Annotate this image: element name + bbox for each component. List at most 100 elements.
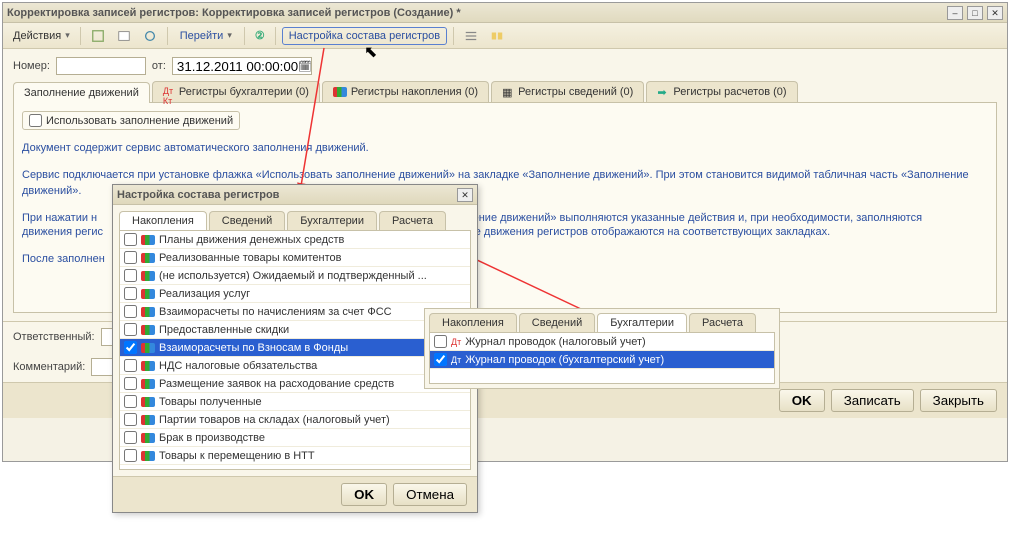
dialog-footer: OK Отмена	[113, 476, 477, 512]
register-icon	[141, 451, 155, 461]
help-icon[interactable]: ②	[251, 27, 269, 44]
mtab-info[interactable]: Сведений	[519, 313, 595, 332]
item-checkbox[interactable]	[124, 449, 137, 462]
item-label: Предоставленные скидки	[159, 324, 289, 336]
write-button[interactable]: Записать	[831, 389, 914, 412]
tab-calc-registers[interactable]: ➡Регистры расчетов (0)	[646, 81, 797, 102]
register-icon	[141, 379, 155, 389]
ok-button[interactable]: OK	[779, 389, 825, 412]
toolbar-icon[interactable]	[486, 27, 508, 45]
dtab-info[interactable]: Сведений	[209, 211, 285, 230]
item-label: Товары полученные	[159, 396, 262, 408]
list-item[interactable]: Брак в производстве	[120, 429, 470, 447]
list-item[interactable]: Размещение заявок на расходование средст…	[120, 375, 470, 393]
tab-fill-movements[interactable]: Заполнение движений	[13, 82, 150, 103]
item-label: Журнал проводок (бухгалтерский учет)	[465, 354, 664, 366]
list-item[interactable]: НДС налоговые обязательства	[120, 357, 470, 375]
item-checkbox[interactable]	[124, 323, 137, 336]
list-item[interactable]: Предоставленные скидки	[120, 321, 470, 339]
list-item[interactable]: Реализация услуг	[120, 285, 470, 303]
calc-icon: ➡	[657, 86, 669, 98]
dtab-accounting[interactable]: Бухгалтерии	[287, 211, 377, 230]
use-fill-label: Использовать заполнение движений	[46, 115, 233, 127]
mini-panel: Накопления Сведений Бухгалтерии Расчета …	[424, 308, 780, 389]
toolbar-icon[interactable]	[460, 27, 482, 45]
cursor-icon: ⬉	[364, 42, 377, 62]
item-checkbox[interactable]	[124, 269, 137, 282]
item-checkbox[interactable]	[124, 233, 137, 246]
info-line1: Документ содержит сервис автоматического…	[22, 140, 988, 157]
use-fill-checkbox-wrap[interactable]: Использовать заполнение движений	[22, 111, 240, 130]
toolbar-icon[interactable]	[113, 27, 135, 45]
dtab-accumulation[interactable]: Накопления	[119, 211, 207, 230]
grid-icon: ▦	[502, 86, 514, 98]
actions-menu[interactable]: Действия	[9, 28, 74, 44]
from-label: от:	[152, 60, 166, 72]
item-checkbox[interactable]	[124, 377, 137, 390]
close-doc-button[interactable]: Закрыть	[920, 389, 997, 412]
tab-info-registers[interactable]: ▦Регистры сведений (0)	[491, 81, 644, 102]
list-item[interactable]: Партии товаров на складах (налоговый уче…	[120, 411, 470, 429]
mtab-calc[interactable]: Расчета	[689, 313, 756, 332]
responsible-label: Ответственный:	[13, 331, 95, 343]
item-checkbox[interactable]	[124, 413, 137, 426]
tab-accumulation-registers[interactable]: Регистры накопления (0)	[322, 81, 489, 102]
dialog-title: Настройка состава регистров	[117, 189, 457, 201]
use-fill-checkbox[interactable]	[29, 114, 42, 127]
number-input[interactable]	[56, 57, 146, 75]
ledger-icon: Дт	[451, 337, 461, 347]
item-checkbox[interactable]	[434, 353, 447, 366]
item-label: Взаиморасчеты по начислениям за счет ФСС	[159, 306, 392, 318]
mini-tabs: Накопления Сведений Бухгалтерии Расчета	[425, 309, 779, 332]
tab-accounting-registers[interactable]: ДтКтРегистры бухгалтерии (0)	[152, 81, 320, 102]
register-icon	[141, 343, 155, 353]
list-item[interactable]: Реализованные товары комитентов	[120, 249, 470, 267]
item-label: Взаиморасчеты по Взносам в Фонды	[159, 342, 348, 354]
list-item[interactable]: Взаиморасчеты по начислениям за счет ФСС	[120, 303, 470, 321]
main-titlebar: Корректировка записей регистров: Коррект…	[3, 3, 1007, 23]
list-item[interactable]: Планы движения денежных средств	[120, 231, 470, 249]
item-checkbox[interactable]	[124, 395, 137, 408]
maximize-button[interactable]: □	[967, 6, 983, 20]
go-menu[interactable]: Перейти	[174, 28, 238, 44]
date-input[interactable]	[172, 57, 312, 75]
dialog-close-button[interactable]: ✕	[457, 188, 473, 202]
registry-list[interactable]: Планы движения денежных средств Реализова…	[119, 230, 471, 470]
register-icon	[141, 397, 155, 407]
main-toolbar: Действия Перейти ② Настройка состава рег…	[3, 23, 1007, 49]
close-button[interactable]: ✕	[987, 6, 1003, 20]
item-label: НДС налоговые обязательства	[159, 360, 317, 372]
item-checkbox[interactable]	[124, 341, 137, 354]
toolbar-icon[interactable]	[139, 27, 161, 45]
main-title: Корректировка записей регистров: Коррект…	[7, 7, 947, 19]
item-checkbox[interactable]	[124, 287, 137, 300]
dialog-cancel-button[interactable]: Отмена	[393, 483, 467, 506]
item-checkbox[interactable]	[124, 359, 137, 372]
list-item[interactable]: Товары к перемещению в НТТ	[120, 447, 470, 465]
ledger-icon: Дт	[451, 355, 461, 365]
mini-list[interactable]: Дт Журнал проводок (налоговый учет) Дт Журн…	[429, 332, 775, 384]
list-item[interactable]: Дт Журнал проводок (бухгалтерский учет)	[430, 351, 774, 369]
item-checkbox[interactable]	[434, 335, 447, 348]
dialog-ok-button[interactable]: OK	[341, 483, 387, 506]
toolbar-icon[interactable]	[87, 27, 109, 45]
list-item[interactable]: (не используется) Ожидаемый и подтвержде…	[120, 267, 470, 285]
item-label: Товары к перемещению в НТТ	[159, 450, 315, 462]
list-item[interactable]: Взаиморасчеты по Взносам в Фонды	[120, 339, 470, 357]
item-checkbox[interactable]	[124, 251, 137, 264]
item-checkbox[interactable]	[124, 305, 137, 318]
item-label: Реализованные товары комитентов	[159, 252, 341, 264]
mtab-accumulation[interactable]: Накопления	[429, 313, 517, 332]
item-checkbox[interactable]	[124, 431, 137, 444]
item-label: Реализация услуг	[159, 288, 250, 300]
minimize-button[interactable]: –	[947, 6, 963, 20]
calendar-icon[interactable]: 🗓	[298, 60, 312, 73]
register-icon	[141, 325, 155, 335]
mtab-accounting[interactable]: Бухгалтерии	[597, 313, 687, 332]
list-item[interactable]: Дт Журнал проводок (налоговый учет)	[430, 333, 774, 351]
bars-icon	[333, 87, 347, 97]
dtab-calc[interactable]: Расчета	[379, 211, 446, 230]
list-item[interactable]: Товары полученные	[120, 393, 470, 411]
number-label: Номер:	[13, 60, 50, 72]
item-label: Журнал проводок (налоговый учет)	[465, 336, 645, 348]
